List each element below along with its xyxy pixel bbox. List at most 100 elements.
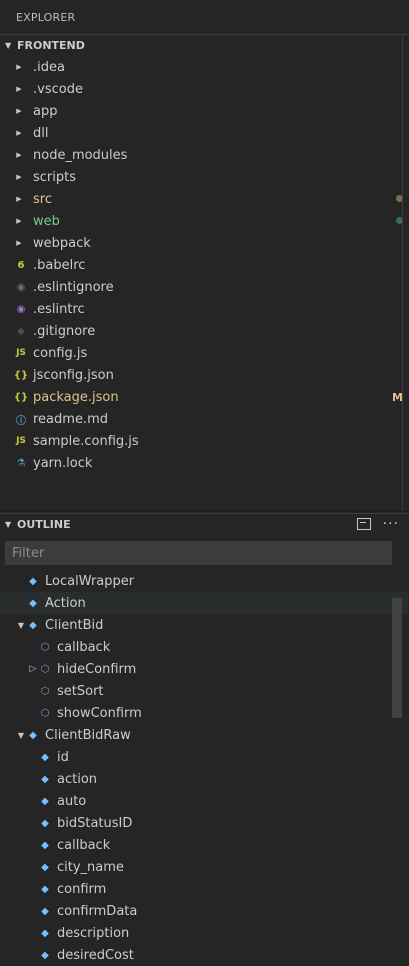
- folder-item[interactable]: ▶ webpack: [0, 232, 409, 254]
- field-icon: ◆: [41, 927, 49, 939]
- outline-item[interactable]: ◆ city_name: [0, 856, 409, 878]
- outline-item-label: confirmData: [57, 903, 138, 919]
- outline-item[interactable]: ⬡ showConfirm: [0, 702, 409, 724]
- method-icon: ⬡: [40, 663, 50, 675]
- tree-item-label: dll: [33, 125, 49, 141]
- more-actions-icon[interactable]: ···: [383, 517, 399, 531]
- outline-item-label: callback: [57, 837, 111, 853]
- outline-item[interactable]: ◆ description: [0, 922, 409, 944]
- tree-item-label: src: [33, 191, 52, 207]
- outline-filter-input[interactable]: [6, 542, 391, 565]
- outline-item[interactable]: ◆ LocalWrapper: [0, 570, 408, 592]
- field-icon: ◆: [41, 795, 49, 807]
- collapse-all-icon[interactable]: [356, 518, 371, 530]
- tree-item-label: node_modules: [33, 147, 128, 163]
- outline-item[interactable]: ▼ ◆ ClientBid: [0, 614, 408, 636]
- chevron-down-icon[interactable]: ▼: [16, 731, 26, 740]
- file-item[interactable]: ◉ .eslintrc: [0, 298, 409, 320]
- folder-item[interactable]: ▶ app: [0, 100, 409, 122]
- tree-item-label: webpack: [33, 235, 91, 251]
- folder-item[interactable]: ▶ .idea: [0, 56, 409, 78]
- chevron-right-icon[interactable]: ▷: [28, 664, 38, 674]
- outline-item-label: action: [57, 771, 98, 787]
- js-icon: JS: [16, 348, 26, 358]
- tree-item-label: config.js: [33, 345, 88, 361]
- outline-section-header[interactable]: ▼ OUTLINE: [0, 513, 409, 535]
- tree-item-label: .vscode: [33, 81, 83, 97]
- outline-filter[interactable]: [5, 541, 392, 565]
- folder-item[interactable]: ▶ dll: [0, 122, 409, 144]
- class-icon: ◆: [29, 619, 37, 631]
- outline-item[interactable]: ◆ action: [0, 768, 409, 790]
- outline-item[interactable]: ◆ callback: [0, 834, 409, 856]
- field-icon: ◆: [41, 949, 49, 961]
- outline-scrollbar[interactable]: [392, 598, 402, 718]
- outline-item[interactable]: ▼ ◆ ClientBidRaw: [0, 724, 408, 746]
- tree-item-label: jsconfig.json: [33, 367, 114, 383]
- chevron-right-icon[interactable]: ▶: [14, 151, 24, 159]
- section-divider: [0, 511, 409, 512]
- field-icon: ◆: [41, 773, 49, 785]
- file-item[interactable]: JS sample.config.js: [0, 430, 409, 452]
- outline-item-label: setSort: [57, 683, 104, 699]
- folder-item[interactable]: ▶ src: [0, 188, 409, 210]
- outline-section-title: OUTLINE: [17, 518, 71, 531]
- outline-item[interactable]: ◆ id: [0, 746, 409, 768]
- outline-item-label: ClientBid: [45, 617, 104, 633]
- field-icon: ◆: [41, 839, 49, 851]
- chevron-right-icon[interactable]: ▶: [14, 217, 24, 225]
- eslint-icon: ◉: [16, 303, 26, 315]
- chevron-right-icon[interactable]: ▶: [14, 129, 24, 137]
- outline-item[interactable]: ⬡ setSort: [0, 680, 409, 702]
- folder-item[interactable]: ▶ node_modules: [0, 144, 409, 166]
- file-item[interactable]: ◆ .gitignore: [0, 320, 409, 342]
- outline-item[interactable]: ◆ confirmData: [0, 900, 409, 922]
- file-item[interactable]: ◉ .eslintignore: [0, 276, 409, 298]
- chevron-right-icon[interactable]: ▶: [14, 63, 24, 71]
- chevron-right-icon[interactable]: ▶: [14, 107, 24, 115]
- outline-item[interactable]: ◆ confirm: [0, 878, 409, 900]
- outline-item-label: desiredCost: [57, 947, 134, 963]
- explorer-title: EXPLORER: [16, 11, 76, 24]
- field-icon: ◆: [41, 905, 49, 917]
- file-item[interactable]: {} jsconfig.json: [0, 364, 409, 386]
- tree-item-label: .idea: [33, 59, 65, 75]
- outline-item[interactable]: ⬡ callback: [0, 636, 409, 658]
- outline-item-label: id: [57, 749, 69, 765]
- tree-item-label: sample.config.js: [33, 433, 139, 449]
- outline-item-label: auto: [57, 793, 87, 809]
- chevron-right-icon[interactable]: ▶: [14, 195, 24, 203]
- tree-item-label: .eslintrc: [33, 301, 85, 317]
- frontend-section-header[interactable]: ▼ FRONTEND: [0, 34, 409, 56]
- folder-item[interactable]: ▶ scripts: [0, 166, 409, 188]
- chevron-down-icon: ▼: [5, 520, 12, 529]
- method-icon: ⬡: [40, 707, 50, 719]
- tree-item-label: .babelrc: [33, 257, 86, 273]
- folder-item[interactable]: ▶ web: [0, 210, 409, 232]
- tree-item-label: scripts: [33, 169, 76, 185]
- outline-item-label: callback: [57, 639, 111, 655]
- outline-item[interactable]: ◆ desiredCost: [0, 944, 409, 966]
- chevron-right-icon[interactable]: ▶: [14, 173, 24, 181]
- json-icon: {}: [13, 369, 29, 381]
- outline-item[interactable]: ◆ Action: [0, 592, 408, 614]
- outline-item[interactable]: ▷ ⬡ hideConfirm: [0, 658, 409, 680]
- folder-item[interactable]: ▶ .vscode: [0, 78, 409, 100]
- file-item[interactable]: {} package.json M: [0, 386, 409, 408]
- method-icon: ⬡: [40, 641, 50, 653]
- class-icon: ◆: [29, 575, 37, 587]
- class-icon: ◆: [29, 597, 37, 609]
- outline-item[interactable]: ◆ auto: [0, 790, 409, 812]
- outline-item[interactable]: ◆ bidStatusID: [0, 812, 409, 834]
- chevron-right-icon[interactable]: ▶: [14, 85, 24, 93]
- chevron-down-icon[interactable]: ▼: [16, 621, 26, 630]
- file-item[interactable]: 6 .babelrc: [0, 254, 409, 276]
- eslint-ignore-icon: ◉: [16, 281, 26, 293]
- file-item[interactable]: ⚗ yarn.lock: [0, 452, 409, 474]
- file-item[interactable]: JS config.js: [0, 342, 409, 364]
- tree-item-label: package.json: [33, 389, 119, 405]
- tree-item-label: .gitignore: [33, 323, 96, 339]
- file-item[interactable]: ⓘ readme.md: [0, 408, 409, 430]
- chevron-right-icon[interactable]: ▶: [14, 239, 24, 247]
- field-icon: ◆: [41, 817, 49, 829]
